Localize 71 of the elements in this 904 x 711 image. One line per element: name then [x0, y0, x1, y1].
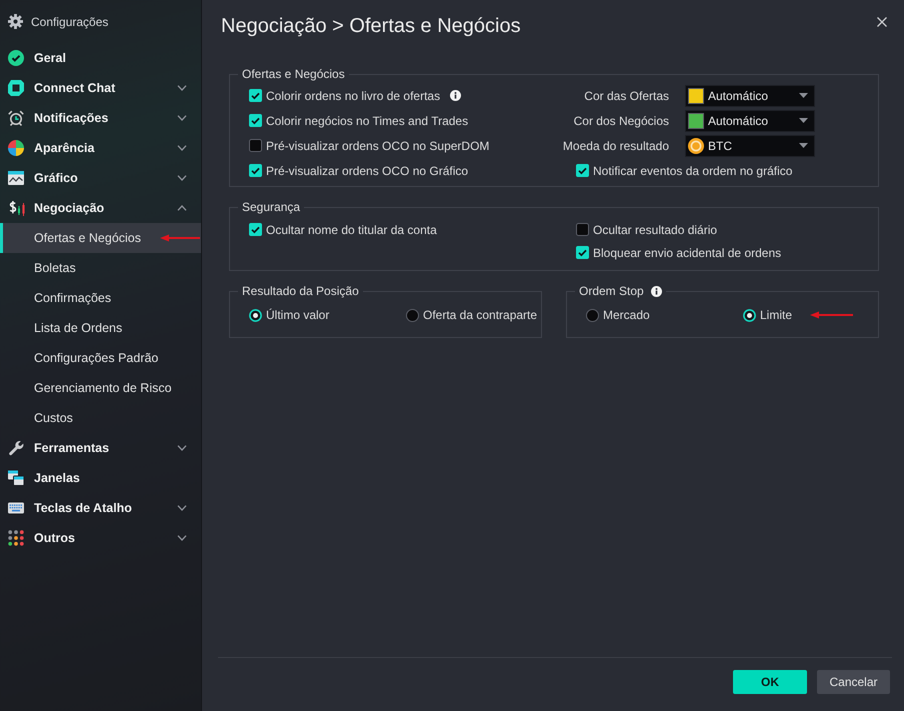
checkbox-label: Pré-visualizar ordens OCO no SuperDOM	[266, 138, 490, 152]
dot-grid-icon	[8, 530, 24, 546]
group-title: Ordem Stop	[579, 284, 644, 298]
checkbox[interactable]	[249, 114, 262, 127]
dollar-chart-icon	[8, 200, 26, 216]
sidebar-item[interactable]: Aparência	[0, 133, 201, 163]
dropdown[interactable]: Automático	[685, 84, 815, 106]
check-circle-icon	[8, 50, 24, 66]
checkbox-label: Ocultar nome do titular da conta	[266, 222, 437, 236]
dropdown-label: Cor das Ofertas	[583, 88, 669, 102]
radio-button[interactable]	[249, 308, 262, 322]
checkbox[interactable]	[249, 139, 262, 152]
sidebar-item[interactable]: Negociação	[0, 193, 201, 223]
settings-icon	[8, 14, 23, 29]
group-title: Resultado da Posição	[242, 284, 359, 298]
checkbox[interactable]	[249, 89, 262, 102]
caret-icon	[799, 118, 808, 123]
sidebar-item[interactable]: Outros	[0, 523, 201, 553]
checkbox-label: Colorir negócios no Times and Trades	[266, 114, 468, 128]
dropdown[interactable]: BTC	[685, 134, 815, 156]
windows-icon	[8, 470, 24, 486]
dropdown[interactable]: Automático	[685, 110, 815, 132]
ok-button[interactable]: OK	[733, 670, 807, 694]
radio-button[interactable]	[743, 308, 756, 322]
checkbox[interactable]	[576, 223, 589, 236]
checkbox[interactable]	[249, 223, 262, 236]
alarm-clock-icon	[8, 110, 24, 126]
sidebar-subitem[interactable]: Confirmações	[0, 283, 201, 313]
sidebar-subitem[interactable]: Ofertas e Negócios	[0, 223, 201, 253]
cancel-button[interactable]: Cancelar	[817, 670, 890, 694]
sidebar-item[interactable]: Geral	[0, 43, 201, 73]
checkbox-label: Notificar eventos da ordem no gráfico	[593, 164, 792, 178]
radio-button[interactable]	[586, 308, 599, 322]
close-icon[interactable]	[877, 17, 887, 27]
page-title: Negociação > Ofertas e Negócios	[221, 14, 521, 38]
sidebar-item[interactable]: Ferramentas	[0, 433, 201, 463]
sidebar-item[interactable]: Connect Chat	[0, 73, 201, 103]
radio-label: Oferta da contraparte	[423, 308, 538, 322]
group-title: Ofertas e Negócios	[242, 67, 345, 81]
checkbox-label: Colorir ordens no livro de ofertas	[266, 88, 440, 102]
dropdown-label: Moeda do resultado	[562, 138, 669, 152]
group-title: Segurança	[242, 200, 300, 214]
caret-icon	[799, 143, 808, 148]
coin-icon	[688, 138, 704, 154]
sidebar-subitem[interactable]: Custos	[0, 403, 201, 433]
sidebar-subitem[interactable]: Gerenciamento de Risco	[0, 373, 201, 403]
sidebar-item[interactable]: Teclas de Atalho	[0, 493, 201, 523]
sidebar-item[interactable]: Notificações	[0, 103, 201, 133]
wrench-icon	[8, 440, 24, 456]
color-wheel-icon	[8, 140, 24, 156]
caret-icon	[799, 93, 808, 98]
dropdown-label: Cor dos Negócios	[572, 114, 669, 128]
radio-label: Mercado	[603, 308, 650, 322]
checkbox-label: Ocultar resultado diário	[593, 222, 718, 236]
checkbox-label: Bloquear envio acidental de ordens	[593, 246, 782, 260]
line-chart-icon	[8, 170, 24, 186]
sidebar-title: Configurações	[31, 14, 108, 28]
radio-label: Limite	[760, 308, 792, 322]
sidebar-subitem[interactable]: Lista de Ordens	[0, 313, 201, 343]
checkbox[interactable]	[576, 164, 589, 177]
checkbox[interactable]	[576, 246, 589, 259]
radio-button[interactable]	[406, 308, 419, 322]
radio-label: Último valor	[266, 308, 330, 322]
square-frame-icon	[8, 80, 24, 96]
sidebar-item[interactable]: Gráfico	[0, 163, 201, 193]
sidebar-item[interactable]: Janelas	[0, 463, 201, 493]
sidebar-subitem[interactable]: Boletas	[0, 253, 201, 283]
checkbox-label: Pré-visualizar ordens OCO no Gráfico	[266, 164, 468, 178]
keyboard-icon	[8, 500, 24, 516]
sidebar-subitem[interactable]: Configurações Padrão	[0, 343, 201, 373]
checkbox[interactable]	[249, 164, 262, 177]
